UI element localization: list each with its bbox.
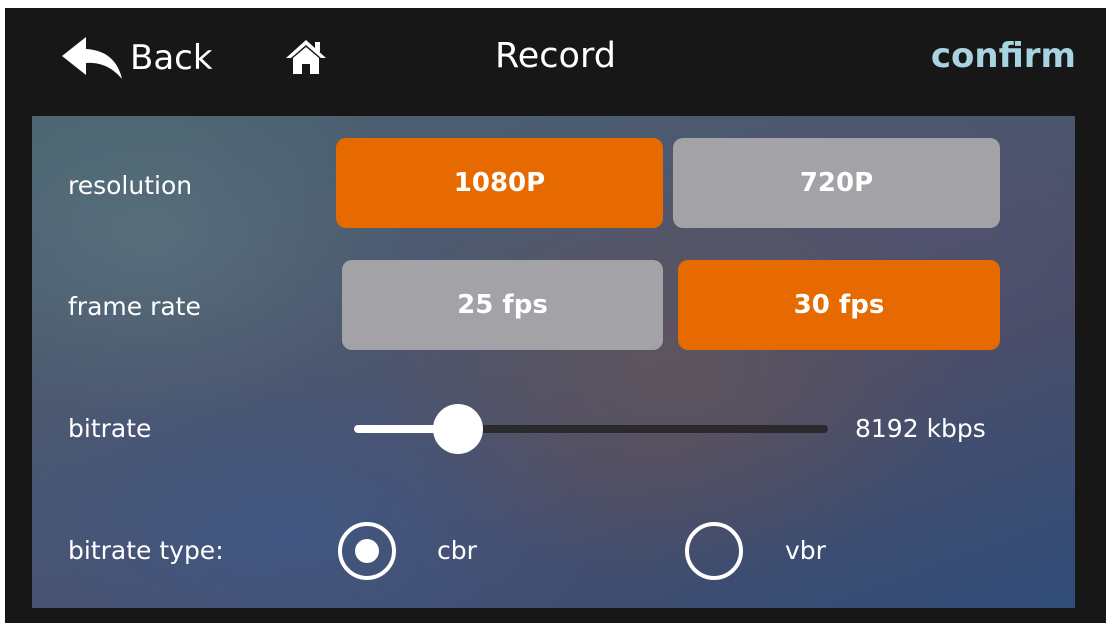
confirm-button[interactable]: confirm [931, 36, 1076, 76]
frame-rate-option-label: 25 fps [457, 290, 548, 320]
resolution-option-label: 1080P [453, 168, 546, 198]
app-window: Back Record confirm resolution 1080P 720… [5, 5, 1106, 623]
frame-rate-option-30[interactable]: 30 fps [678, 260, 1000, 350]
radio-cbr[interactable] [338, 522, 396, 580]
bitrate-slider-track[interactable] [354, 425, 828, 433]
frame-rate-option-25[interactable]: 25 fps [342, 260, 663, 350]
radio-vbr-label: vbr [785, 536, 826, 565]
resolution-option-720p[interactable]: 720P [673, 138, 1000, 228]
bitrate-value: 8192 kbps [855, 414, 986, 443]
bitrate-label: bitrate [68, 414, 152, 443]
frame-rate-label: frame rate [68, 292, 201, 321]
radio-vbr[interactable] [685, 522, 743, 580]
header-bar: Back Record confirm [5, 8, 1106, 116]
radio-cbr-label: cbr [437, 536, 477, 565]
frame-rate-option-label: 30 fps [793, 290, 885, 320]
resolution-option-label: 720P [799, 168, 874, 198]
resolution-label: resolution [68, 171, 193, 200]
settings-panel: resolution 1080P 720P frame rate 25 fps … [32, 116, 1075, 608]
resolution-option-1080p[interactable]: 1080P [336, 138, 663, 228]
bitrate-slider-thumb[interactable] [433, 404, 484, 454]
radio-selected-dot [355, 539, 379, 563]
bitrate-type-label: bitrate type: [68, 536, 224, 565]
